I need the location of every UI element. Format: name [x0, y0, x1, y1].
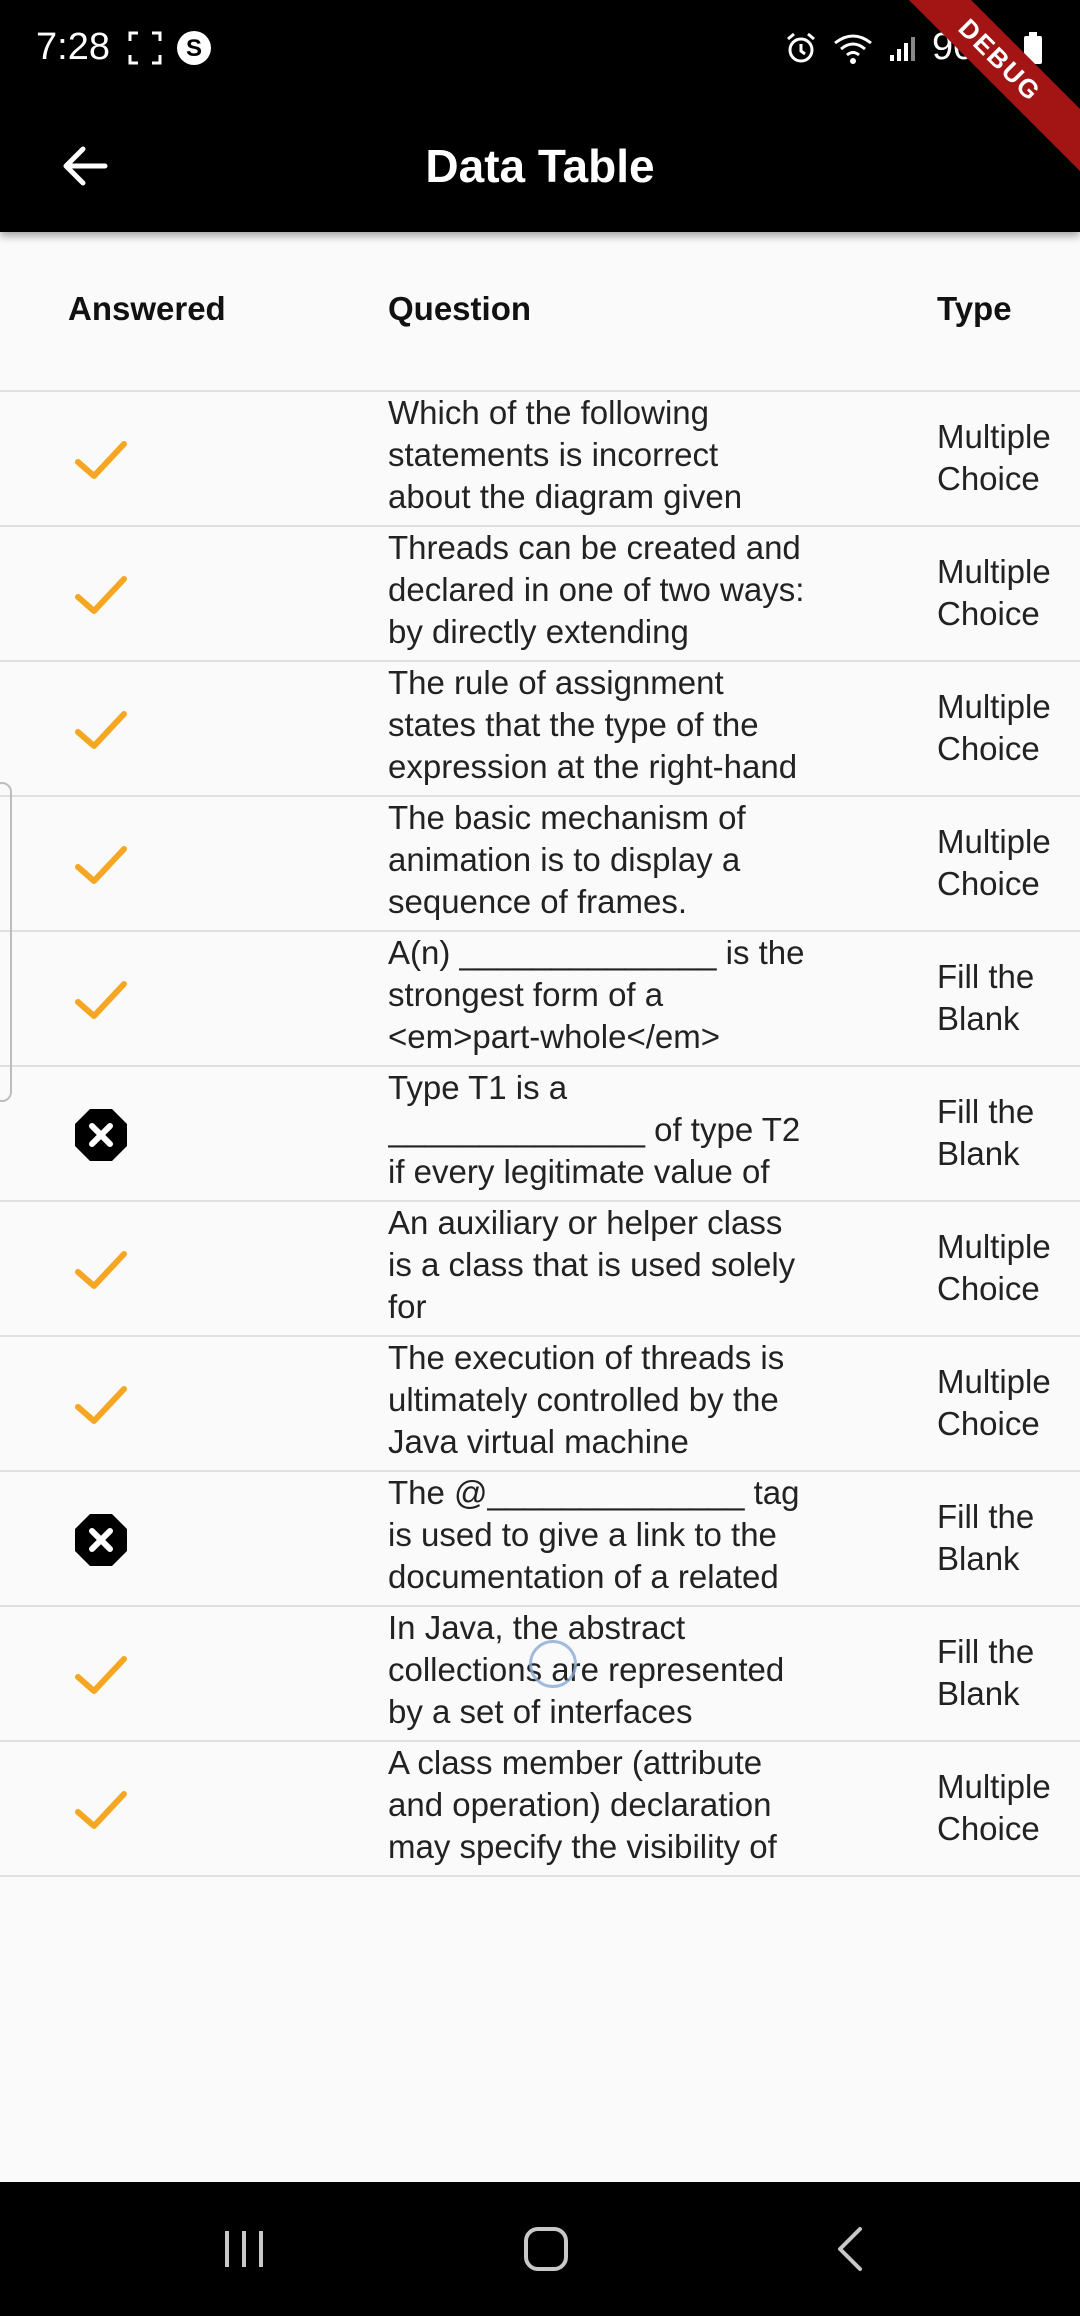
question-cell: The @______________ tag is used to give … — [388, 1474, 800, 1605]
status-bar: 7:28 S 90% — [0, 0, 1080, 100]
data-table: Answered Question Type Which of the foll… — [0, 232, 1080, 1877]
type-cell: Multiple Choice — [937, 1768, 1051, 1847]
alarm-icon — [786, 32, 815, 62]
page-title: Data Table — [425, 140, 655, 192]
table-row[interactable]: A(n) ______________ is the strongest for… — [0, 932, 1080, 1067]
check-icon — [70, 972, 132, 1028]
type-cell: Multiple Choice — [937, 823, 1051, 902]
column-header-type[interactable]: Type — [937, 290, 1012, 328]
type-cell: Multiple Choice — [937, 688, 1051, 767]
table-row[interactable]: The @______________ tag is used to give … — [0, 1472, 1080, 1607]
table-row[interactable]: A class member (attribute and operation)… — [0, 1742, 1080, 1877]
type-cell: Fill the Blank — [937, 958, 1035, 1037]
column-header-question[interactable]: Question — [388, 290, 531, 328]
check-icon — [70, 837, 132, 893]
check-icon — [70, 432, 132, 488]
question-cell: Type T1 is a ______________ of type T2 i… — [388, 1069, 801, 1200]
question-cell: Which of the following statements is inc… — [388, 394, 743, 525]
signal-icon — [889, 36, 915, 61]
back-nav-button[interactable] — [790, 2204, 910, 2294]
check-icon — [70, 567, 132, 623]
svg-text:S: S — [186, 35, 202, 62]
cancel-circle-icon — [70, 1107, 132, 1163]
type-cell: Multiple Choice — [937, 553, 1051, 632]
chevron-back-icon — [838, 2227, 862, 2271]
app-bar: Data Table — [0, 100, 1080, 232]
question-cell: A class member (attribute and operation)… — [388, 1744, 777, 1865]
question-cell: The execution of threads is ultimately c… — [388, 1339, 785, 1460]
question-cell: A(n) ______________ is the strongest for… — [388, 934, 805, 1065]
touch-indicator — [529, 1640, 577, 1688]
recent-apps-button[interactable] — [184, 2204, 304, 2294]
question-cell: In Java, the abstract collections are re… — [388, 1609, 785, 1730]
table-row[interactable]: The basic mechanism of animation is to d… — [0, 797, 1080, 932]
column-header-answered[interactable]: Answered — [68, 290, 226, 328]
type-cell: Fill the Blank — [937, 1498, 1035, 1577]
table-header: Answered Question Type — [0, 232, 1080, 392]
question-cell: The rule of assignment states that the t… — [388, 664, 798, 795]
check-icon — [70, 1647, 132, 1703]
type-cell: Fill the Blank — [937, 1633, 1035, 1712]
type-cell: Multiple Choice — [937, 418, 1051, 497]
navigation-bar — [0, 2182, 1080, 2316]
table-row[interactable]: Type T1 is a ______________ of type T2 i… — [0, 1067, 1080, 1202]
question-cell: Threads can be created and declared in o… — [388, 529, 805, 650]
table-row[interactable]: Which of the following statements is inc… — [0, 392, 1080, 527]
table-row[interactable]: Threads can be created and declared in o… — [0, 527, 1080, 662]
s-app-icon: S — [177, 31, 211, 65]
question-cell: The basic mechanism of animation is to d… — [388, 799, 746, 920]
home-icon — [524, 2227, 568, 2271]
cancel-circle-icon — [70, 1512, 132, 1568]
screenshot-icon — [128, 31, 162, 65]
table-row[interactable]: The rule of assignment states that the t… — [0, 662, 1080, 797]
type-cell: Multiple Choice — [937, 1363, 1051, 1442]
table-row[interactable]: An auxiliary or helper class is a class … — [0, 1202, 1080, 1337]
type-cell: Fill the Blank — [937, 1093, 1035, 1172]
check-icon — [70, 702, 132, 758]
status-time: 7:28 — [36, 26, 110, 68]
check-icon — [70, 1377, 132, 1433]
status-left-icons: S — [128, 30, 212, 66]
scroll-handle[interactable] — [0, 782, 12, 1102]
question-cell: An auxiliary or helper class is a class … — [388, 1204, 796, 1325]
wifi-icon — [834, 34, 872, 64]
type-cell: Multiple Choice — [937, 1228, 1051, 1307]
home-button[interactable] — [486, 2204, 606, 2294]
recent-apps-icon — [225, 2231, 263, 2267]
check-icon — [70, 1782, 132, 1838]
table-row[interactable]: The execution of threads is ultimately c… — [0, 1337, 1080, 1472]
check-icon — [70, 1242, 132, 1298]
